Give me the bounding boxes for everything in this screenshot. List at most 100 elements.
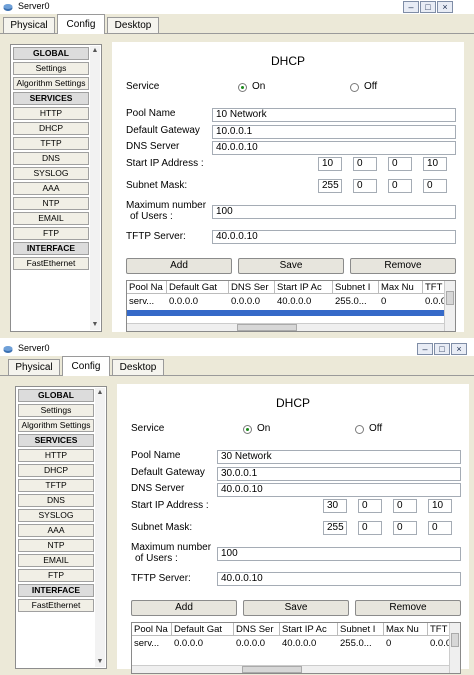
start-ip-octet-3[interactable]: 0 <box>388 157 412 171</box>
sidebar-item-aaa[interactable]: AAA <box>18 524 94 537</box>
column-header[interactable]: Start IP Ac <box>280 623 338 636</box>
column-header[interactable]: Pool Na <box>132 623 172 636</box>
sidebar-item-http[interactable]: HTTP <box>18 449 94 462</box>
title-bar[interactable]: Server0 – □ × <box>0 342 474 356</box>
sidebar-item-syslog[interactable]: SYSLOG <box>13 167 89 180</box>
tab-config[interactable]: Config <box>62 356 110 376</box>
close-button[interactable]: × <box>451 343 467 355</box>
start-ip-octet-3[interactable]: 0 <box>393 499 417 513</box>
dns-server-input[interactable]: 40.0.0.10 <box>212 141 456 155</box>
sidebar-item-dhcp[interactable]: DHCP <box>18 464 94 477</box>
column-header[interactable]: Max Nu <box>384 623 428 636</box>
start-ip-octet-1[interactable]: 10 <box>318 157 342 171</box>
table-horizontal-scrollbar[interactable] <box>132 665 450 673</box>
sidebar-item-settings[interactable]: Settings <box>13 62 89 75</box>
sidebar-item-aaa[interactable]: AAA <box>13 182 89 195</box>
minimize-button[interactable]: – <box>417 343 433 355</box>
start-ip-octet-4[interactable]: 10 <box>428 499 452 513</box>
sidebar-item-http[interactable]: HTTP <box>13 107 89 120</box>
sidebar-item-fastethernet[interactable]: FastEthernet <box>13 257 89 270</box>
maximize-button[interactable]: □ <box>420 1 436 13</box>
sidebar-item-dns[interactable]: DNS <box>13 152 89 165</box>
column-header[interactable]: Pool Na <box>127 281 167 294</box>
close-button[interactable]: × <box>437 1 453 13</box>
tftp-server-input[interactable]: 40.0.0.10 <box>217 572 461 586</box>
column-header[interactable]: DNS Ser <box>234 623 280 636</box>
dns-server-input[interactable]: 40.0.0.10 <box>217 483 461 497</box>
column-header[interactable]: Default Gat <box>172 623 234 636</box>
sidebar-item-algorithm-settings[interactable]: Algorithm Settings <box>18 419 94 432</box>
sidebar-item-algorithm-settings[interactable]: Algorithm Settings <box>13 77 89 90</box>
column-header[interactable]: Subnet I <box>338 623 384 636</box>
minimize-button[interactable]: – <box>403 1 419 13</box>
service-on-radio[interactable] <box>243 425 252 434</box>
column-header[interactable]: TFT <box>428 623 450 636</box>
column-header[interactable]: Subnet I <box>333 281 379 294</box>
subnet-octet-2[interactable]: 0 <box>353 179 377 193</box>
service-off-radio[interactable] <box>350 83 359 92</box>
maximize-button[interactable]: □ <box>434 343 450 355</box>
tab-physical[interactable]: Physical <box>8 359 60 375</box>
title-bar[interactable]: Server0 – □ × <box>0 0 474 14</box>
scrollbar-thumb[interactable] <box>237 324 297 331</box>
tab-config[interactable]: Config <box>57 14 105 34</box>
default-gateway-input[interactable]: 10.0.0.1 <box>212 125 456 139</box>
sidebar-item-syslog[interactable]: SYSLOG <box>18 509 94 522</box>
tftp-server-input[interactable]: 40.0.0.10 <box>212 230 456 244</box>
sidebar-item-settings[interactable]: Settings <box>18 404 94 417</box>
subnet-octet-1[interactable]: 255 <box>323 521 347 535</box>
max-users-input[interactable]: 100 <box>212 205 456 219</box>
sidebar-item-ntp[interactable]: NTP <box>18 539 94 552</box>
subnet-octet-1[interactable]: 255 <box>318 179 342 193</box>
sidebar-item-dhcp[interactable]: DHCP <box>13 122 89 135</box>
sidebar-scrollbar[interactable]: ▲ ▼ <box>95 388 105 667</box>
subnet-octet-3[interactable]: 0 <box>393 521 417 535</box>
sidebar-item-fastethernet[interactable]: FastEthernet <box>18 599 94 612</box>
add-button[interactable]: Add <box>131 600 237 616</box>
subnet-octet-2[interactable]: 0 <box>358 521 382 535</box>
max-users-input[interactable]: 100 <box>217 547 461 561</box>
remove-button[interactable]: Remove <box>350 258 456 274</box>
column-header[interactable]: Start IP Ac <box>275 281 333 294</box>
service-on-radio[interactable] <box>238 83 247 92</box>
sidebar-item-email[interactable]: EMAIL <box>18 554 94 567</box>
scroll-down-arrow-icon[interactable]: ▼ <box>90 320 100 330</box>
sidebar-scrollbar[interactable]: ▲ ▼ <box>90 46 100 330</box>
column-header[interactable]: Default Gat <box>167 281 229 294</box>
save-button[interactable]: Save <box>238 258 344 274</box>
sidebar-item-ftp[interactable]: FTP <box>18 569 94 582</box>
subnet-octet-4[interactable]: 0 <box>423 179 447 193</box>
sidebar-item-dns[interactable]: DNS <box>18 494 94 507</box>
table-horizontal-scrollbar[interactable] <box>127 323 445 331</box>
tab-desktop[interactable]: Desktop <box>112 359 164 375</box>
add-button[interactable]: Add <box>126 258 232 274</box>
table-vertical-scrollbar[interactable] <box>444 281 455 331</box>
subnet-octet-4[interactable]: 0 <box>428 521 452 535</box>
column-header[interactable]: TFT <box>423 281 445 294</box>
scroll-up-arrow-icon[interactable]: ▲ <box>95 388 105 398</box>
tab-physical[interactable]: Physical <box>3 17 55 33</box>
table-vertical-scrollbar[interactable] <box>449 623 460 673</box>
sidebar-item-email[interactable]: EMAIL <box>13 212 89 225</box>
sidebar-item-ntp[interactable]: NTP <box>13 197 89 210</box>
scrollbar-thumb[interactable] <box>446 291 454 305</box>
scroll-up-arrow-icon[interactable]: ▲ <box>90 46 100 56</box>
scrollbar-thumb[interactable] <box>451 633 459 647</box>
tab-desktop[interactable]: Desktop <box>107 17 159 33</box>
column-header[interactable]: Max Nu <box>379 281 423 294</box>
default-gateway-input[interactable]: 30.0.0.1 <box>217 467 461 481</box>
sidebar-item-tftp[interactable]: TFTP <box>18 479 94 492</box>
selected-table-row[interactable] <box>127 310 445 316</box>
column-header[interactable]: DNS Ser <box>229 281 275 294</box>
start-ip-octet-1[interactable]: 30 <box>323 499 347 513</box>
pool-name-input[interactable]: 10 Network <box>212 108 456 122</box>
pool-name-input[interactable]: 30 Network <box>217 450 461 464</box>
sidebar-item-ftp[interactable]: FTP <box>13 227 89 240</box>
scrollbar-thumb[interactable] <box>242 666 302 673</box>
sidebar-item-tftp[interactable]: TFTP <box>13 137 89 150</box>
start-ip-octet-2[interactable]: 0 <box>358 499 382 513</box>
scroll-down-arrow-icon[interactable]: ▼ <box>95 657 105 667</box>
remove-button[interactable]: Remove <box>355 600 461 616</box>
start-ip-octet-2[interactable]: 0 <box>353 157 377 171</box>
subnet-octet-3[interactable]: 0 <box>388 179 412 193</box>
